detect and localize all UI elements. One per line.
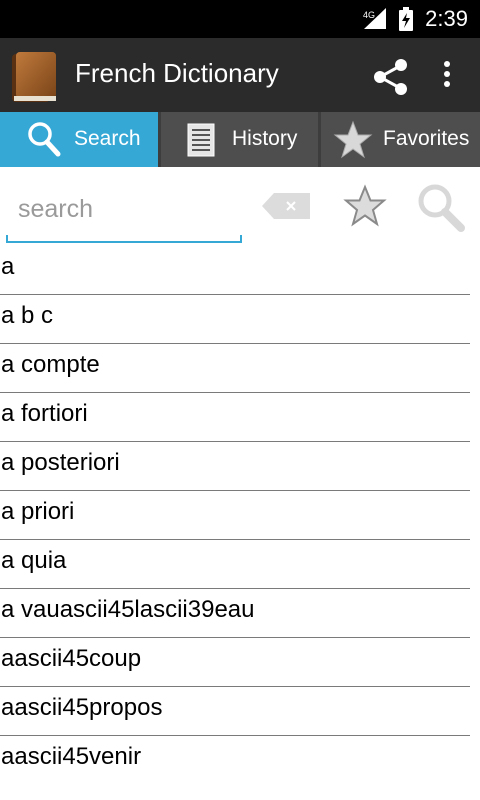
word-list: a a b c a compte a fortiori a posteriori a pr…	[0, 247, 480, 800]
list-divider	[0, 490, 470, 491]
list-item[interactable]: a posteriori	[0, 443, 480, 492]
clear-button[interactable]	[262, 191, 312, 225]
star-outline-icon	[343, 184, 387, 227]
list-item[interactable]: a vauascii45lascii39eau	[0, 590, 480, 639]
signal-icon: 4G	[362, 8, 388, 34]
list-divider	[0, 588, 470, 589]
word-text: aascii45propos	[1, 694, 163, 721]
list-divider	[0, 539, 470, 540]
word-text: aascii45venir	[1, 743, 142, 770]
word-text: a	[1, 253, 15, 280]
word-text: a compte	[1, 351, 100, 378]
magnifier-icon	[26, 120, 62, 162]
list-item[interactable]: a fortiori	[0, 394, 480, 443]
list-divider	[0, 392, 470, 393]
word-text: a priori	[1, 498, 75, 525]
backspace-icon	[262, 193, 310, 219]
list-item[interactable]: aascii45venir	[0, 737, 480, 786]
status-bar: 4G 2:39	[0, 0, 480, 38]
network-label: 4G	[363, 10, 375, 20]
tab-bar: Search History Favorites	[0, 112, 480, 167]
list-item[interactable]: a compte	[0, 345, 480, 394]
word-text: a posteriori	[1, 449, 120, 476]
add-favorite-button[interactable]	[343, 184, 387, 232]
list-icon	[187, 123, 215, 161]
star-icon	[333, 120, 373, 164]
app-title: French Dictionary	[75, 58, 279, 88]
search-input[interactable]	[6, 187, 254, 231]
list-divider	[0, 637, 470, 638]
action-bar: French Dictionary	[0, 38, 480, 112]
book-icon	[6, 48, 62, 108]
clock: 2:39	[425, 6, 468, 31]
search-underline	[6, 235, 242, 243]
word-text: aascii45coup	[1, 645, 142, 672]
search-bar	[0, 167, 480, 247]
overflow-menu-button[interactable]	[434, 56, 460, 98]
list-item[interactable]: a priori	[0, 492, 480, 541]
word-text: a quia	[1, 547, 67, 574]
word-text: a vauascii45lascii39eau	[1, 596, 255, 623]
list-item[interactable]: aascii45propos	[0, 688, 480, 737]
list-divider	[0, 343, 470, 344]
search-button[interactable]	[416, 182, 466, 236]
list-item[interactable]: aascii45coup	[0, 639, 480, 688]
tab-favorites[interactable]: Favorites	[321, 112, 480, 167]
tab-search[interactable]: Search	[0, 112, 158, 167]
list-divider	[0, 735, 470, 736]
list-item[interactable]: a b c	[0, 296, 480, 345]
list-item[interactable]: a quia	[0, 541, 480, 590]
tab-favorites-label: Favorites	[383, 127, 470, 150]
battery-icon	[398, 7, 414, 35]
share-icon	[374, 59, 407, 95]
list-divider	[0, 441, 470, 442]
word-text: a b c	[1, 302, 54, 329]
list-item[interactable]: a	[0, 247, 480, 296]
share-button[interactable]	[370, 56, 412, 98]
search-icon	[418, 184, 465, 232]
tab-history[interactable]: History	[161, 112, 318, 167]
overflow-menu-icon	[444, 61, 450, 87]
word-text: a fortiori	[1, 400, 88, 427]
list-divider	[0, 294, 470, 295]
list-divider	[0, 686, 470, 687]
tab-history-label: History	[232, 127, 298, 150]
tab-search-label: Search	[74, 127, 141, 150]
